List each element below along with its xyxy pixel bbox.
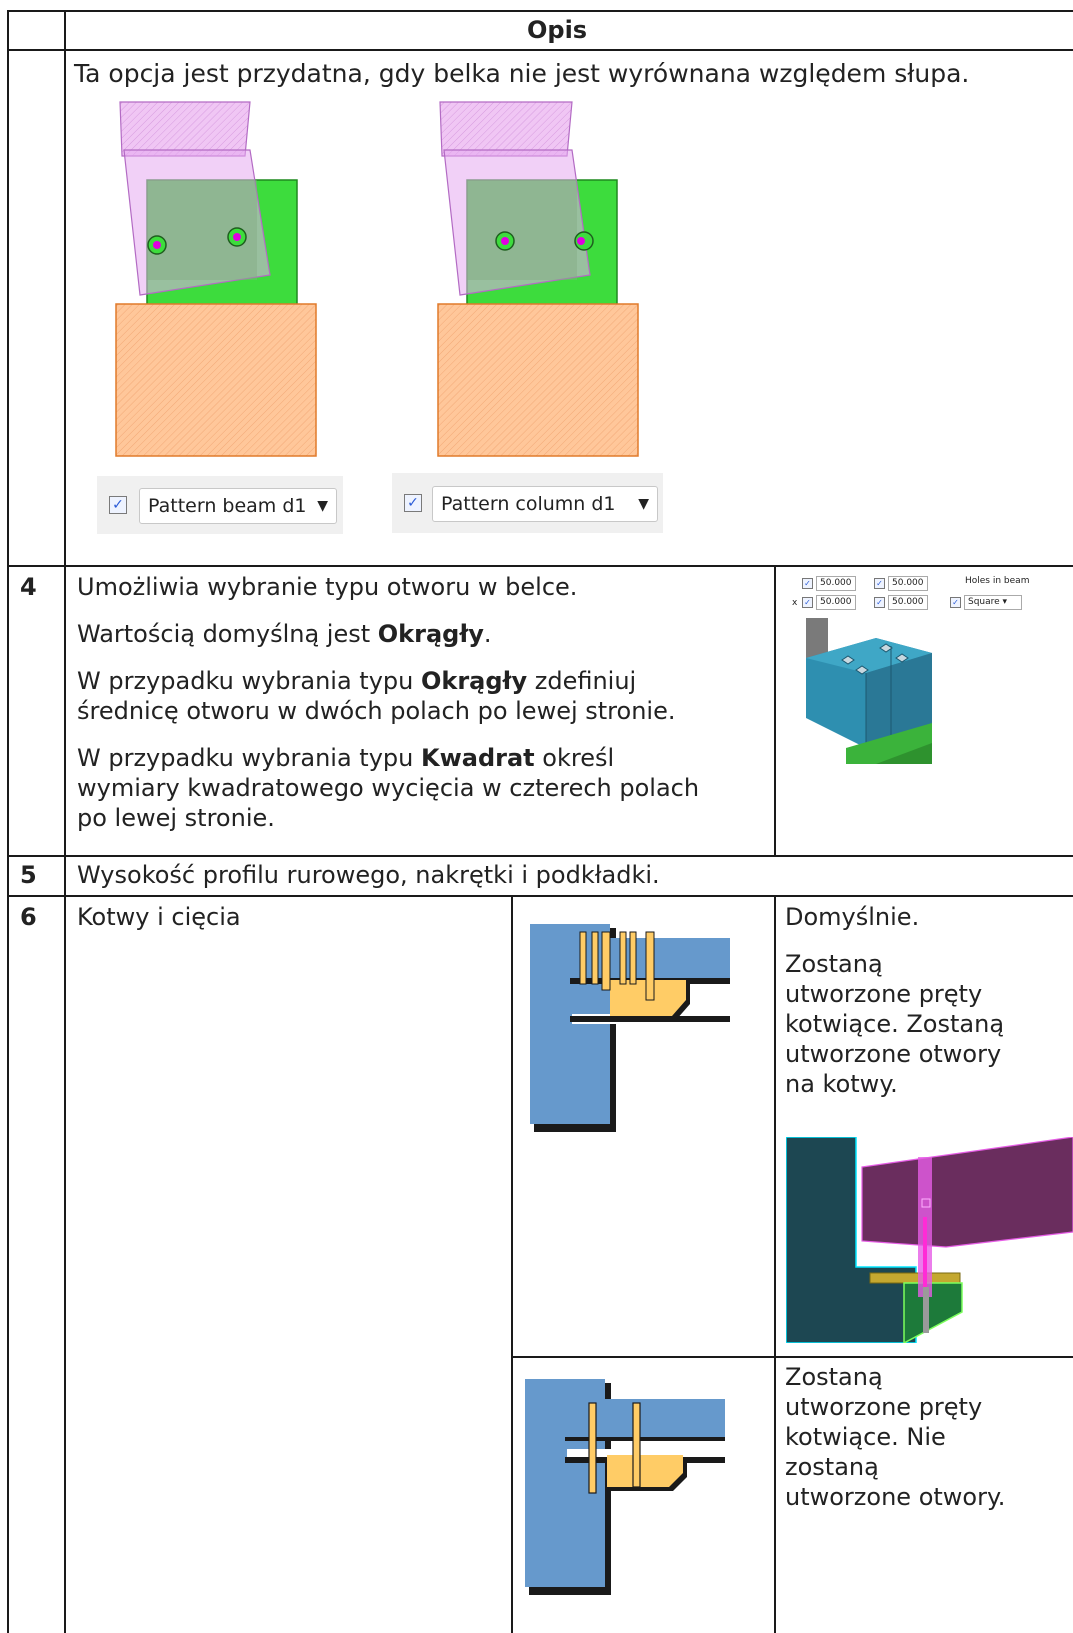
hole-field-4[interactable]: 50.000	[888, 595, 928, 610]
cell-divider	[511, 1356, 1073, 1358]
row4-paragraph-4: W przypadku wybrania typu Kwadrat określ…	[77, 744, 700, 832]
row4-paragraph-2: Wartością domyślną jest Okrągły.	[77, 620, 492, 648]
chevron-down-icon: ▼	[317, 498, 328, 514]
row-number-6: 6	[20, 903, 37, 931]
holes-in-beam-label: Holes in beam	[965, 576, 1030, 586]
row-number-5: 5	[20, 861, 37, 889]
hole-field-2[interactable]: 50.000	[888, 576, 928, 591]
pattern-column-dropdown[interactable]: Pattern column d1 ▼	[432, 486, 658, 522]
pattern-column-checkbox[interactable]: ✓	[404, 494, 422, 512]
row-divider	[7, 49, 1073, 51]
table-border-left	[7, 10, 9, 1633]
table-header-opis: Opis	[527, 16, 588, 44]
row4-paragraph-1: Umożliwia wybranie typu otworu w belce.	[77, 573, 578, 601]
intro-text: Ta opcja jest przydatna, gdy belka nie j…	[74, 59, 970, 88]
row5-text: Wysokość profilu rurowego, nakrętki i po…	[77, 861, 660, 889]
pattern-beam-dropdown-value: Pattern beam d1	[148, 495, 307, 517]
holes-in-beam-settings: ✓ 50.000 ✓ 50.000 Holes in beam x ✓ 50.0…	[790, 575, 1070, 615]
option2-text: Zostaną utworzone pręty kotwiące. Nie zo…	[785, 1363, 1006, 1511]
pattern-beam-control: ✓ Pattern beam d1 ▼	[97, 476, 343, 534]
hole-type-checkbox[interactable]: ✓	[950, 597, 961, 608]
beam-top	[119, 101, 251, 157]
row4-paragraph-3: W przypadku wybrania typu Okrągły zdefin…	[77, 667, 676, 725]
hole-checkbox-4[interactable]: ✓	[874, 597, 885, 608]
anchors-without-holes-diagram	[525, 1379, 725, 1595]
cell-divider	[774, 565, 776, 856]
figure-beam-pattern	[115, 101, 317, 457]
column-divider	[64, 10, 66, 1633]
cell-divider	[774, 895, 776, 1633]
cell-divider	[511, 895, 513, 1633]
hole-checkbox-2[interactable]: ✓	[874, 578, 885, 589]
pattern-beam-checkbox[interactable]: ✓	[109, 496, 127, 514]
hole-field-3[interactable]: 50.000	[816, 595, 856, 610]
hole-field-1[interactable]: 50.000	[816, 576, 856, 591]
pattern-column-dropdown-value: Pattern column d1	[441, 493, 616, 515]
hole-checkbox-3[interactable]: ✓	[802, 597, 813, 608]
row-divider	[7, 565, 1073, 567]
pattern-beam-dropdown[interactable]: Pattern beam d1 ▼	[139, 488, 337, 524]
x-label: x	[792, 598, 798, 608]
beam-plate-overlap	[467, 180, 577, 280]
figure-column-pattern	[437, 101, 639, 457]
table-border-top	[7, 10, 1073, 12]
pattern-column-control: ✓ Pattern column d1 ▼	[392, 473, 663, 533]
column-body	[115, 303, 317, 457]
row6-label: Kotwy i cięcia	[77, 903, 241, 931]
row-divider	[7, 855, 1073, 857]
chevron-down-icon: ▼	[638, 496, 649, 512]
anchors-with-holes-diagram	[530, 924, 730, 1132]
square-holes-3d-preview	[806, 618, 932, 764]
hole-checkbox-1[interactable]: ✓	[802, 578, 813, 589]
beam-top	[439, 101, 573, 157]
option1-text: Domyślnie. Zostaną utworzone pręty kotwi…	[785, 903, 1005, 1098]
anchors-with-holes-render	[786, 1137, 1073, 1343]
column-body	[437, 303, 639, 457]
row-divider	[7, 895, 1073, 897]
hole-type-select[interactable]: Square ▾	[964, 595, 1022, 610]
row-number-4: 4	[20, 573, 37, 601]
